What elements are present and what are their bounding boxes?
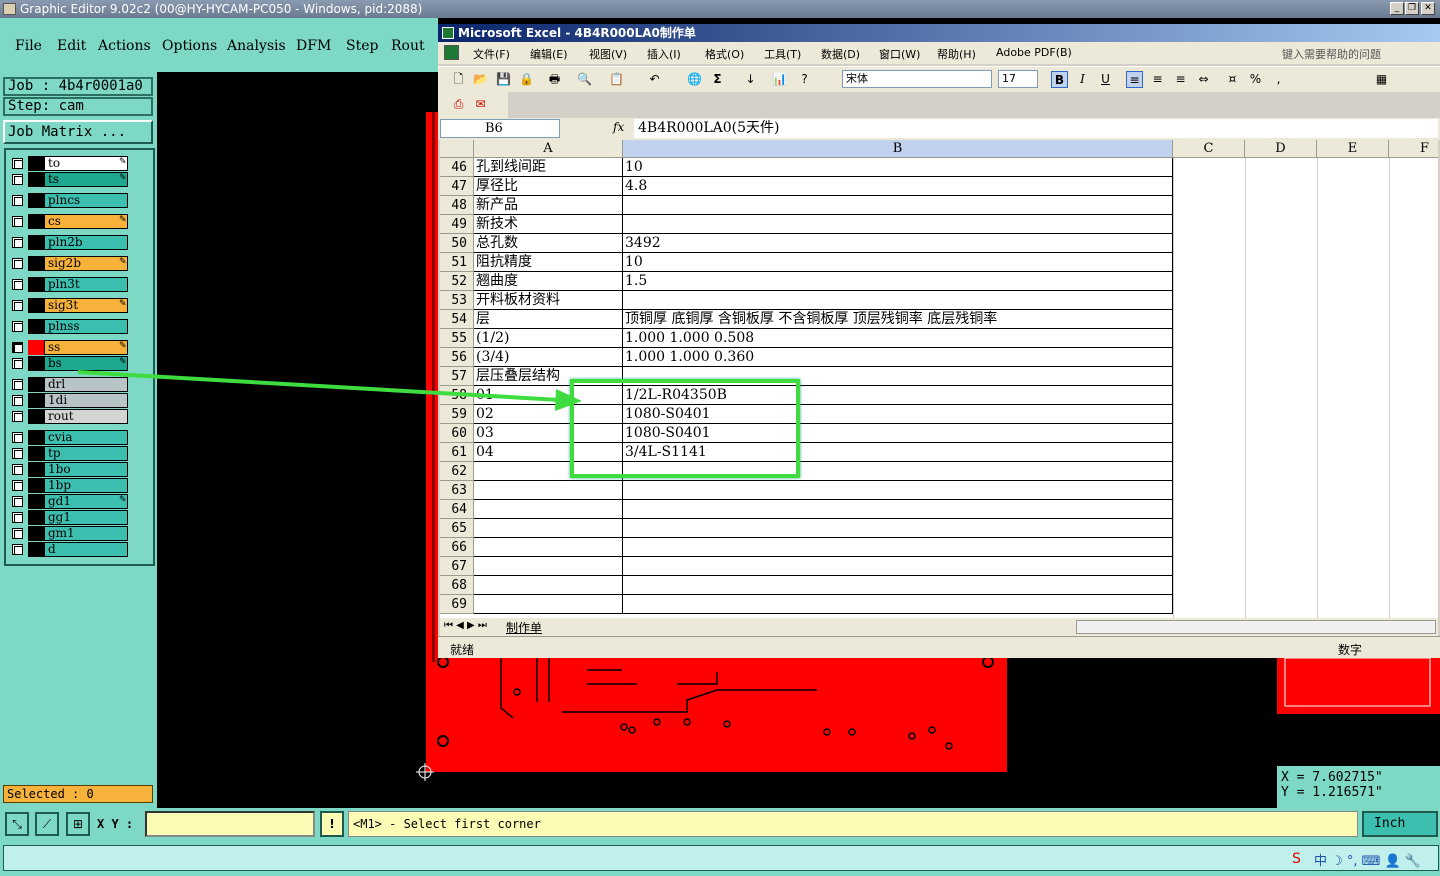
bottom-toolbar: ⤡ ⟋ ⊞ X Y : ! <M1> - Select first corner… [0, 808, 1440, 841]
arrow-head-icon [555, 389, 582, 411]
ime-icon[interactable]: S [1292, 851, 1301, 867]
measure-icon[interactable]: ⟋ [35, 812, 59, 836]
grid-icon[interactable]: ⊞ [66, 812, 90, 836]
info-icon[interactable]: ! [320, 811, 344, 837]
annotation-arrow [77, 370, 582, 411]
units-selector[interactable]: Inch [1362, 811, 1438, 837]
status-field [3, 845, 1439, 871]
prompt-text: <M1> - Select first corner [348, 811, 1358, 837]
ime-toolbar-icon[interactable]: 中 ☽ °, ⌨ 👤 🔧 [1314, 850, 1421, 869]
zoom-box-icon[interactable]: ⤡ [5, 812, 29, 836]
xy-label: X Y : [97, 817, 134, 831]
status-strip: S 中 ☽ °, ⌨ 👤 🔧 [0, 841, 1440, 876]
xy-input[interactable] [145, 811, 315, 837]
